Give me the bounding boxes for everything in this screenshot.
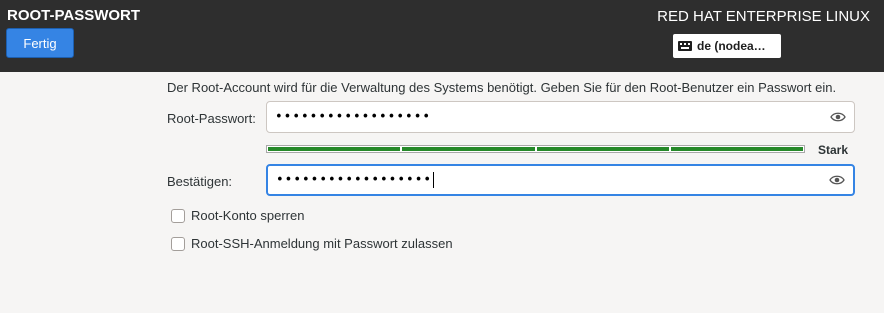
lock-root-label: Root-Konto sperren <box>191 208 305 223</box>
text-cursor <box>433 172 435 188</box>
header-bar: ROOT-PASSWORT Fertig RED HAT ENTERPRISE … <box>0 0 884 72</box>
strength-bar <box>266 145 805 153</box>
confirm-field[interactable]: •••••••••••••••••• <box>266 164 855 196</box>
info-text: Der Root-Account wird für die Verwaltung… <box>167 80 837 95</box>
password-field[interactable]: •••••••••••••••••• <box>266 101 855 133</box>
main-content: Der Root-Account wird für die Verwaltung… <box>0 72 884 313</box>
allow-ssh-checkbox[interactable]: Root-SSH-Anmeldung mit Passwort zulassen <box>171 236 453 251</box>
eye-icon[interactable] <box>830 111 846 123</box>
keyboard-layout-label: de (nodea… <box>697 39 766 53</box>
strength-segment <box>536 147 669 151</box>
strength-segment <box>268 147 401 151</box>
confirm-value: •••••••••••••••••• <box>276 172 435 188</box>
password-value: •••••••••••••••••• <box>275 109 432 125</box>
checkbox-box[interactable] <box>171 208 185 223</box>
strength-segment <box>670 147 803 151</box>
lock-root-checkbox[interactable]: Root-Konto sperren <box>171 208 304 223</box>
done-button[interactable]: Fertig <box>6 28 74 58</box>
confirm-label: Bestätigen: <box>167 174 233 189</box>
keyboard-layout-button[interactable]: de (nodea… <box>673 34 781 58</box>
keyboard-icon <box>678 41 692 51</box>
product-name: RED HAT ENTERPRISE LINUX <box>657 8 870 25</box>
strength-label: Stark <box>818 143 849 157</box>
allow-ssh-label: Root-SSH-Anmeldung mit Passwort zulassen <box>191 236 453 251</box>
eye-icon[interactable] <box>829 174 845 186</box>
checkbox-box[interactable] <box>171 236 185 251</box>
strength-segment <box>402 147 535 151</box>
page-title: ROOT-PASSWORT <box>7 7 141 24</box>
password-label: Root-Passwort: <box>167 111 256 126</box>
